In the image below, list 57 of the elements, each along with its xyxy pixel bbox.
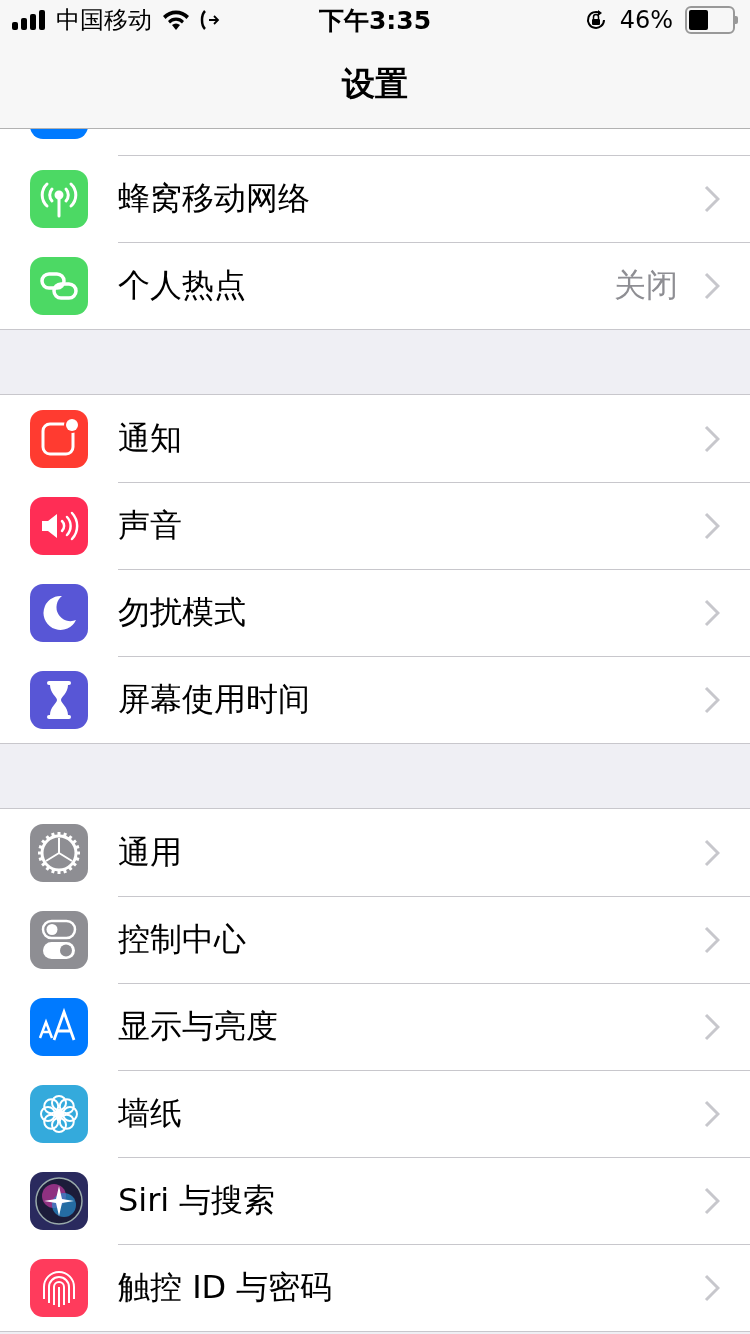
row-label: 勿扰模式 — [118, 592, 247, 633]
page-title: 设置 — [342, 62, 408, 105]
settings-row[interactable]: 个人热点 关闭 — [0, 242, 750, 329]
chevron-icon — [704, 1274, 720, 1302]
settings-row[interactable]: 声音 — [0, 482, 750, 569]
chevron-icon — [704, 424, 720, 453]
hourglass-icon — [30, 670, 88, 729]
row-label: 声音 — [118, 505, 183, 546]
wifi-icon — [162, 10, 190, 30]
row-label: 墙纸 — [118, 1093, 183, 1134]
chevron-icon — [704, 838, 720, 867]
row-label: 显示与亮度 — [118, 1006, 279, 1047]
link-icon — [30, 256, 88, 315]
row-label: 蜂窝移动网络 — [118, 178, 311, 219]
chevron-icon — [704, 686, 720, 714]
signal-icon — [12, 10, 46, 30]
row-label: 通知 — [118, 417, 183, 459]
toggle-switches-icon — [30, 910, 88, 969]
battery-percentage: 46% — [619, 6, 673, 34]
settings-row[interactable]: 显示与亮度 — [0, 983, 750, 1070]
chevron-icon — [704, 926, 720, 954]
chevron-icon — [704, 272, 720, 300]
chevron-icon — [704, 1187, 720, 1215]
chevron-icon — [704, 599, 720, 627]
settings-row[interactable]: Siri 与搜索 — [0, 1157, 750, 1244]
row-label: 屏幕使用时间 — [118, 679, 311, 720]
settings-row[interactable]: 蜂窝移动网络 — [0, 155, 750, 242]
settings-row[interactable]: 控制中心 — [0, 896, 750, 983]
call-forward-icon — [200, 9, 220, 31]
settings-row[interactable]: 触控 ID 与密码 — [0, 1244, 750, 1331]
row-label: 通用 — [118, 831, 183, 873]
settings-row[interactable]: 屏幕使用时间 — [0, 656, 750, 743]
siri-orb-icon — [30, 1171, 88, 1230]
status-time: 下午3:35 — [318, 4, 432, 37]
chevron-icon — [704, 185, 720, 213]
settings-row[interactable]: 勿扰模式 — [0, 569, 750, 656]
text-size-icon — [30, 997, 88, 1056]
settings-row[interactable]: 墙纸 — [0, 1070, 750, 1157]
row-label: 个人热点 — [118, 265, 247, 306]
settings-row[interactable]: 通用 — [0, 809, 750, 896]
gear-icon — [30, 823, 88, 882]
battery-icon — [685, 6, 738, 34]
row-label: 触控 ID 与密码 — [118, 1267, 334, 1308]
moon-icon — [30, 583, 88, 642]
speaker-icon — [30, 496, 88, 555]
carrier-name: 中国移动 — [56, 5, 152, 36]
fingerprint-icon — [30, 1258, 88, 1317]
flower-icon — [30, 1084, 88, 1143]
row-value: 关闭 — [614, 265, 678, 306]
chevron-icon — [704, 1013, 720, 1041]
chevron-icon — [704, 512, 720, 540]
row-label: 控制中心 — [118, 919, 247, 960]
antenna-icon — [30, 169, 88, 228]
notification-icon — [30, 409, 88, 468]
chevron-icon — [704, 1100, 720, 1128]
row-label: Siri 与搜索 — [118, 1180, 277, 1221]
settings-row[interactable]: 通知 — [0, 395, 750, 482]
